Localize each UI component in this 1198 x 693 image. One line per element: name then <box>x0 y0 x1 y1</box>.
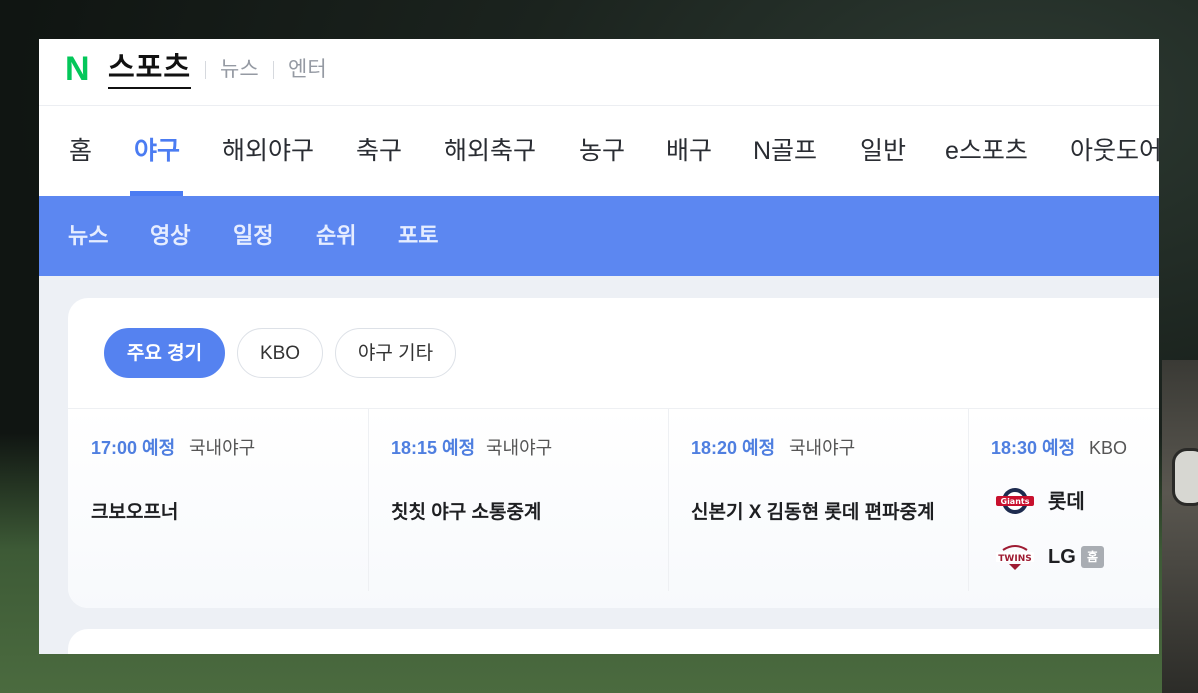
naver-logo-icon[interactable]: N <box>65 52 97 86</box>
sub-nav: 뉴스 영상 일정 순위 포토 <box>39 196 1159 276</box>
twins-logo-text: TWINS <box>998 554 1031 564</box>
filter-chip-baseball-etc[interactable]: 야구 기타 <box>335 328 456 378</box>
subnav-item-schedule[interactable]: 일정 <box>233 220 273 252</box>
background-baseball <box>1172 448 1198 506</box>
game-time: 18:15 예정 <box>391 438 476 458</box>
divider <box>205 61 206 79</box>
game-category: 국내야구 <box>486 438 553 458</box>
nav-item-outdoor[interactable]: 아웃도어 <box>1070 135 1159 167</box>
game-time: 17:00 예정 <box>91 438 176 458</box>
game-category: KBO <box>1089 438 1128 458</box>
nav-item-baseball[interactable]: 야구 <box>134 135 180 167</box>
game-category: 국내야구 <box>189 438 256 458</box>
subnav-item-ranking[interactable]: 순위 <box>316 220 356 252</box>
nav-item-soccer[interactable]: 축구 <box>356 135 402 167</box>
main-nav: 홈 야구 해외야구 축구 해외축구 농구 배구 N골프 일반 e스포츠 아웃도어 <box>39 106 1159 196</box>
giants-logo-text: Giants <box>1001 497 1030 506</box>
game-item[interactable]: 17:00 예정 국내야구 크보오프너 <box>68 409 369 591</box>
giants-logo-icon: Giants <box>996 488 1034 514</box>
game-time: 18:30 예정 <box>991 438 1076 458</box>
background-figure <box>1162 360 1198 693</box>
top-link-news[interactable]: 뉴스 <box>220 57 259 83</box>
game-time: 18:20 예정 <box>691 438 776 458</box>
top-link-enter[interactable]: 엔터 <box>288 57 327 83</box>
divider <box>273 61 274 79</box>
game-item[interactable]: 18:20 예정 국내야구 신본기 X 김동현 롯데 편파중계 <box>668 409 969 591</box>
game-category: 국내야구 <box>789 438 856 458</box>
game-title: 칫칫 야구 소통중계 <box>391 502 542 523</box>
nav-item-overseas-soccer[interactable]: 해외축구 <box>444 135 536 167</box>
browser-viewport: N 스포츠 뉴스 엔터 홈 야구 해외야구 축구 해외축구 농구 배구 N골프 … <box>39 39 1159 654</box>
nav-item-golf[interactable]: N골프 <box>753 135 817 167</box>
schedule-card: 주요 경기 KBO 야구 기타 17:00 예정 국내야구 크보오프너 18:1… <box>68 298 1159 608</box>
game-title: 크보오프너 <box>91 502 179 523</box>
subnav-item-photo[interactable]: 포토 <box>398 220 438 252</box>
game-title: 신본기 X 김동현 롯데 편파중계 <box>691 502 935 523</box>
game-item[interactable]: 18:15 예정 국내야구 칫칫 야구 소통중계 <box>368 409 669 591</box>
sports-logo[interactable]: 스포츠 <box>108 49 192 89</box>
nav-item-esports[interactable]: e스포츠 <box>945 135 1028 167</box>
top-bar: N 스포츠 뉴스 엔터 <box>39 39 1159 106</box>
nav-item-home[interactable]: 홈 <box>69 135 92 167</box>
subnav-item-video[interactable]: 영상 <box>150 220 190 252</box>
nav-item-general[interactable]: 일반 <box>860 135 906 167</box>
home-team-name: LG <box>1048 546 1076 568</box>
twins-logo-icon: TWINS <box>996 545 1034 570</box>
away-team-name: 롯데 <box>1048 491 1085 513</box>
filter-chip-main-games[interactable]: 주요 경기 <box>104 328 225 378</box>
nav-item-volleyball[interactable]: 배구 <box>666 135 712 167</box>
subnav-item-news[interactable]: 뉴스 <box>68 220 108 252</box>
home-badge: 홈 <box>1081 546 1104 568</box>
filter-chip-kbo[interactable]: KBO <box>237 328 323 378</box>
nav-item-overseas-baseball[interactable]: 해외야구 <box>222 135 314 167</box>
game-item[interactable]: 18:30 예정 KBO Giants 롯데 TWINS LG 홈 <box>968 409 1159 591</box>
game-list: 17:00 예정 국내야구 크보오프너 18:15 예정 국내야구 칫칫 야구 … <box>68 408 1159 608</box>
nav-item-basketball[interactable]: 농구 <box>579 135 625 167</box>
next-section-card <box>68 629 1159 654</box>
